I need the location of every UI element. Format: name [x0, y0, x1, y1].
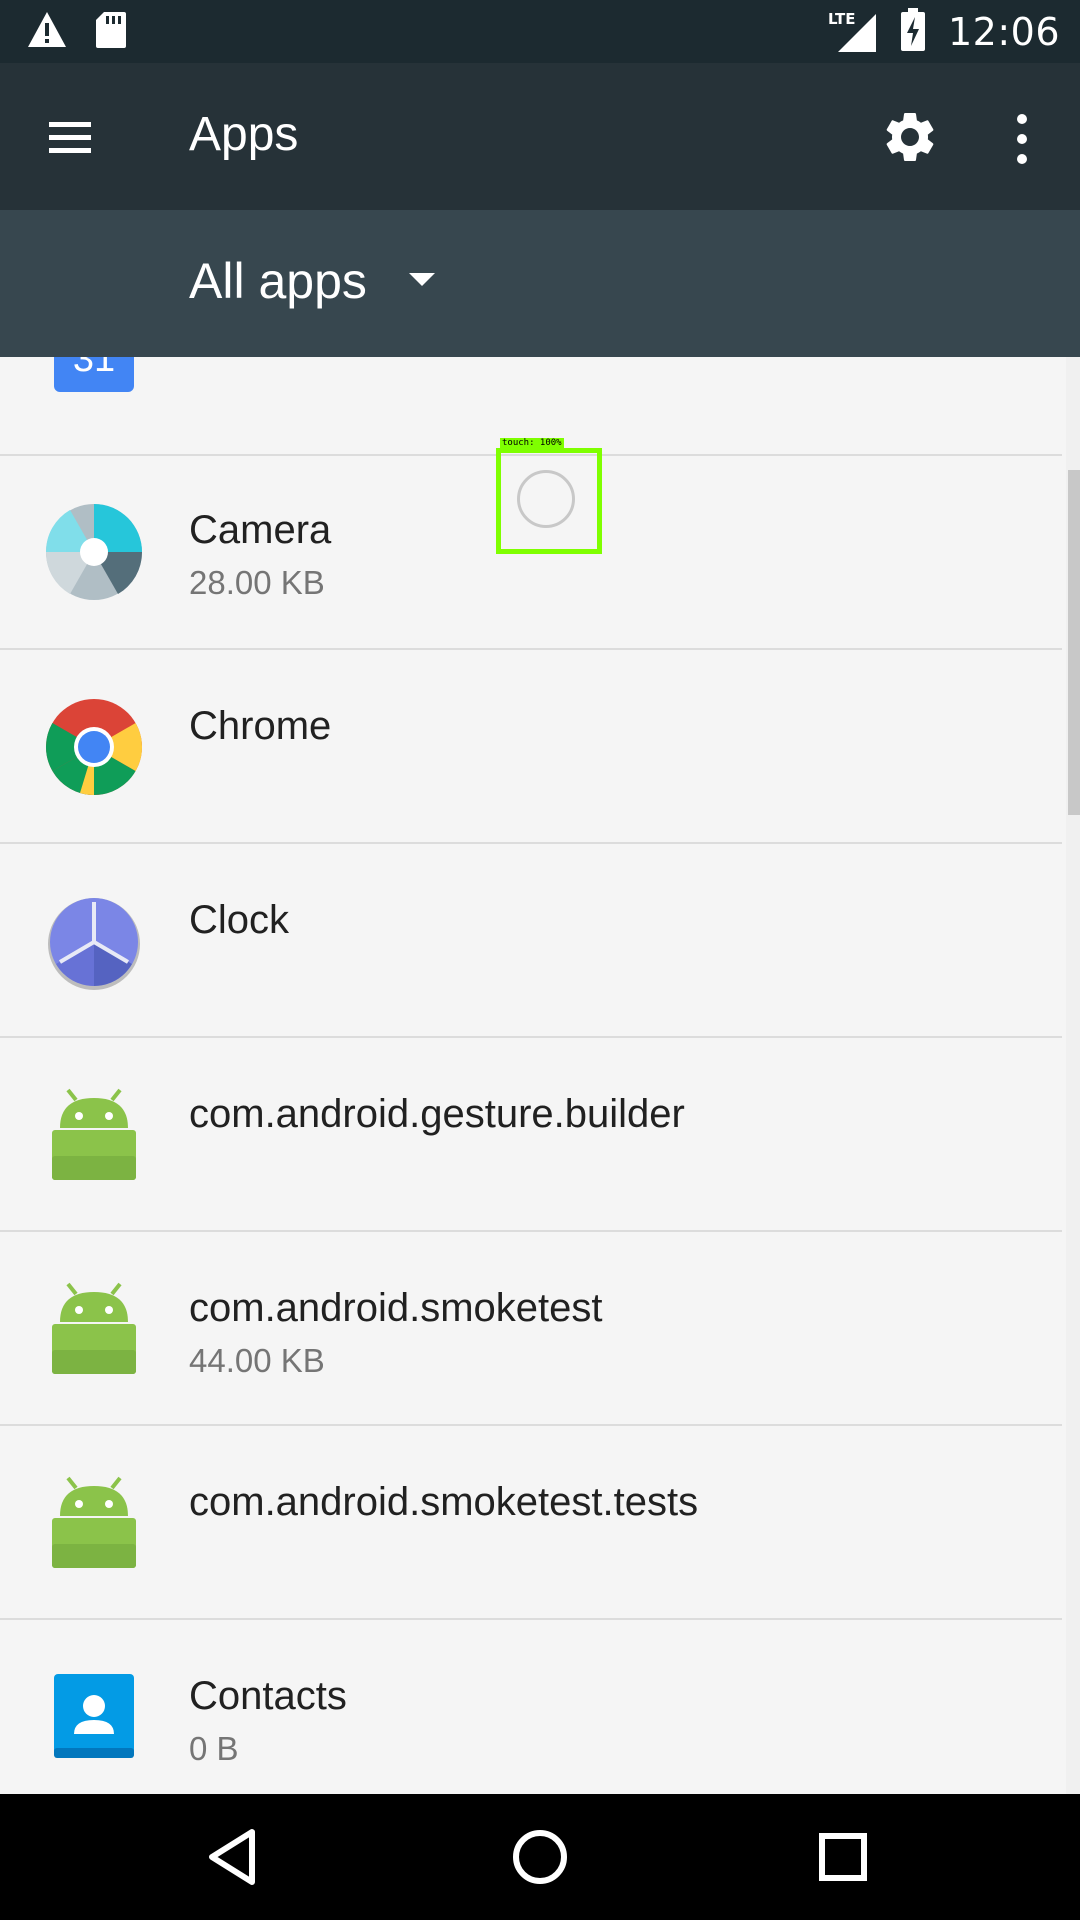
sd-card-icon [94, 10, 128, 54]
android-icon [44, 1474, 144, 1574]
app-name: com.android.smoketest.tests [189, 1480, 699, 1524]
calendar-icon: 31 [44, 357, 144, 402]
app-name: com.android.gesture.builder [189, 1092, 685, 1136]
warning-icon [26, 10, 68, 54]
app-name: Chrome [189, 704, 332, 748]
app-name: Contacts [189, 1674, 347, 1718]
list-item-smoketest-tests[interactable]: com.android.smoketest.tests [0, 1426, 1062, 1620]
navigation-bar [0, 1794, 1080, 1920]
calendar-day: 31 [72, 357, 116, 380]
dropdown-arrow-icon [407, 271, 437, 291]
signal-icon: LTE [828, 10, 878, 54]
list-item-clock[interactable]: Clock [0, 844, 1062, 1038]
app-size: 28.00 KB [189, 564, 325, 601]
list-item-chrome[interactable]: Chrome [0, 650, 1062, 844]
home-icon[interactable] [505, 1822, 575, 1892]
filter-bar: All apps [0, 210, 1080, 357]
app-size: 44.00 KB [189, 1342, 325, 1379]
app-toolbar: Apps [0, 63, 1080, 210]
menu-icon[interactable] [40, 113, 100, 163]
camera-icon [44, 502, 144, 602]
app-name: com.android.smoketest [189, 1286, 603, 1330]
status-bar: LTE 12:06 [0, 0, 1080, 63]
android-icon [44, 1280, 144, 1380]
gear-icon[interactable] [880, 107, 940, 167]
contacts-icon [44, 1668, 144, 1768]
network-type-label: LTE [827, 10, 856, 28]
page-title: Apps [189, 108, 299, 161]
app-list: 31 Camera 28.00 KB Chrome Clock com.andr… [0, 357, 1080, 1794]
apps-filter-spinner[interactable]: All apps [189, 252, 437, 310]
status-time: 12:06 [947, 10, 1060, 54]
app-name: Clock [189, 898, 290, 942]
filter-selected-label: All apps [189, 253, 367, 309]
more-vert-icon[interactable] [1000, 109, 1044, 169]
back-icon[interactable] [200, 1822, 270, 1892]
app-size: 0 B [189, 1730, 239, 1767]
clock-icon [44, 892, 144, 992]
app-name: Camera [189, 508, 332, 552]
list-item-contacts[interactable]: Contacts 0 B [0, 1620, 1062, 1794]
status-bar-system: LTE 12:06 [828, 8, 1060, 56]
list-item-gesture-builder[interactable]: com.android.gesture.builder [0, 1038, 1062, 1232]
recents-icon[interactable] [808, 1822, 878, 1892]
list-item-smoketest[interactable]: com.android.smoketest 44.00 KB [0, 1232, 1062, 1426]
battery-charging-icon [900, 8, 926, 56]
list-scrollbar-thumb[interactable] [1068, 470, 1080, 815]
touch-point-circle [517, 470, 575, 528]
status-bar-notifications [26, 10, 128, 54]
android-icon [44, 1086, 144, 1186]
chrome-icon [44, 697, 144, 797]
